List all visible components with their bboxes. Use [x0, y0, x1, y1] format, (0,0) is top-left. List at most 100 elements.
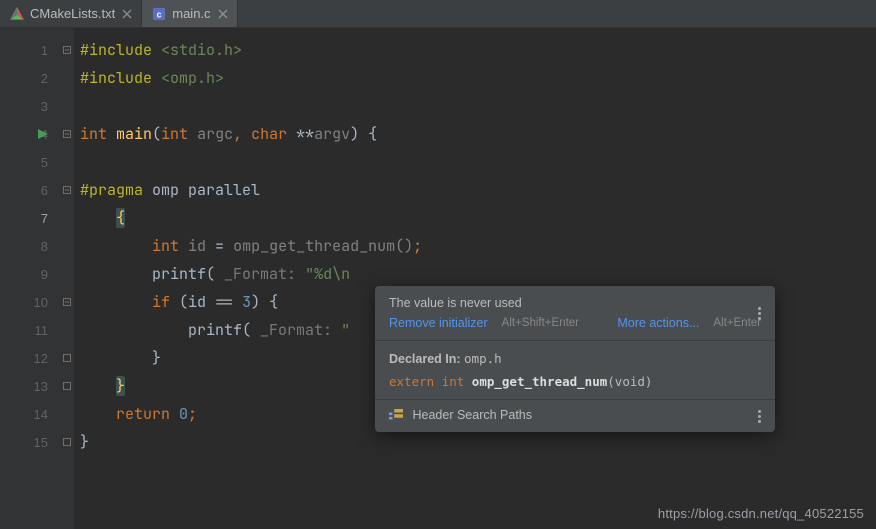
preprocessor: #include	[80, 40, 161, 60]
keyword: int	[80, 124, 116, 144]
keyword: int	[442, 374, 472, 389]
close-icon[interactable]	[121, 8, 133, 20]
punct: ;	[413, 236, 422, 256]
brace: }	[116, 376, 125, 396]
string: "%d\n	[305, 264, 350, 284]
fold-handle-icon[interactable]	[63, 382, 71, 390]
fold-handle-icon[interactable]	[63, 186, 71, 194]
punct: )	[251, 292, 260, 312]
preprocessor: #include	[80, 68, 161, 88]
pragma: #pragma	[80, 180, 152, 200]
line-number[interactable]: 3	[0, 92, 60, 120]
keyword: extern	[389, 374, 442, 389]
run-gutter-icon[interactable]	[38, 127, 48, 142]
keyword: char	[251, 124, 296, 144]
line-number[interactable]: 5	[0, 148, 60, 176]
code-editor: 1 2 3 4 5 6 7 8 9 10 11 12 13 14 15	[0, 28, 876, 529]
string: "	[341, 320, 350, 340]
function-name: main	[116, 124, 152, 144]
watermark: https://blog.csdn.net/qq_40522155	[658, 506, 864, 521]
symbol-signature: extern int omp_get_thread_num(void)	[389, 374, 761, 389]
keyword: if	[152, 292, 179, 312]
c-file-icon: c	[152, 7, 166, 21]
declared-in-file: omp.h	[464, 351, 502, 366]
line-number[interactable]: 11	[0, 316, 60, 344]
line-number[interactable]: 14	[0, 400, 60, 428]
brace: {	[359, 124, 377, 144]
line-number[interactable]: 13	[0, 372, 60, 400]
quickfix-remove-initializer[interactable]: Remove initializer	[389, 316, 488, 330]
punct: (	[152, 124, 161, 144]
editor-tabs: CMakeLists.txt c main.c	[0, 0, 876, 28]
line-number[interactable]: 6	[0, 176, 60, 204]
svg-text:c: c	[157, 9, 162, 19]
function-call: printf	[152, 264, 206, 284]
tab-label: CMakeLists.txt	[30, 6, 115, 21]
punct: (	[242, 320, 251, 340]
brace: {	[260, 292, 278, 312]
popup-menu-icon[interactable]	[751, 305, 767, 321]
brace: }	[80, 432, 89, 452]
number: 3	[242, 292, 251, 312]
brace: }	[152, 348, 161, 368]
function-call: printf	[188, 320, 242, 340]
inlay-hint: _Format:	[215, 264, 305, 284]
fold-column	[60, 28, 74, 529]
number: 0	[179, 404, 188, 424]
fold-handle-icon[interactable]	[63, 354, 71, 362]
punct: )	[350, 124, 359, 144]
punct: (	[206, 264, 215, 284]
tab-label: main.c	[172, 6, 210, 21]
fold-handle-icon[interactable]	[63, 438, 71, 446]
keyword: return	[116, 404, 179, 424]
params: (void)	[607, 374, 652, 389]
gutter: 1 2 3 4 5 6 7 8 9 10 11 12 13 14 15	[0, 28, 60, 529]
line-number[interactable]: 9	[0, 260, 60, 288]
op: =	[206, 236, 233, 256]
line-number[interactable]: 4	[0, 120, 60, 148]
keyword: int	[161, 124, 197, 144]
line-number[interactable]: 12	[0, 344, 60, 372]
line-number[interactable]: 10	[0, 288, 60, 316]
line-number[interactable]: 8	[0, 232, 60, 260]
op: ==	[206, 292, 242, 312]
line-number[interactable]: 2	[0, 64, 60, 92]
function-name: omp_get_thread_num	[472, 374, 607, 389]
tab-cmakelists[interactable]: CMakeLists.txt	[0, 0, 142, 27]
popup-hsp-section[interactable]: Header Search Paths	[375, 400, 775, 432]
function-call: omp_get_thread_num()	[233, 236, 413, 256]
punct: ,	[233, 124, 251, 144]
line-number[interactable]: 1	[0, 36, 60, 64]
fold-handle-icon[interactable]	[63, 46, 71, 54]
fold-handle-icon[interactable]	[63, 298, 71, 306]
identifier: id	[188, 292, 206, 312]
param: argc	[197, 124, 233, 144]
include-file: <omp.h>	[161, 68, 224, 88]
tab-main-c[interactable]: c main.c	[142, 0, 237, 27]
popup-message-section: The value is never used Remove initializ…	[375, 286, 775, 341]
brace: {	[116, 208, 125, 228]
include-file: <stdio.h>	[161, 40, 242, 60]
pragma-args: omp parallel	[152, 180, 260, 200]
param: argv	[314, 124, 350, 144]
popup-message: The value is never used	[389, 296, 761, 310]
declared-in-label: Declared In:	[389, 352, 464, 366]
identifier: id	[188, 236, 206, 256]
quickfix-more-actions[interactable]: More actions...	[617, 316, 699, 330]
keyword: int	[152, 236, 188, 256]
header-search-paths-label: Header Search Paths	[412, 408, 532, 422]
punct: **	[296, 124, 314, 144]
line-number[interactable]: 15	[0, 428, 60, 456]
code-area[interactable]: #include <stdio.h> #include <omp.h> int …	[74, 28, 876, 529]
folder-tree-icon	[389, 409, 403, 421]
punct: ;	[188, 404, 197, 424]
close-icon[interactable]	[217, 8, 229, 20]
line-number[interactable]: 7	[0, 204, 60, 232]
cmake-icon	[10, 7, 24, 21]
inspection-popup: The value is never used Remove initializ…	[375, 286, 775, 432]
popup-declaration-section: Declared In: omp.h extern int omp_get_th…	[375, 341, 775, 400]
popup-menu-icon[interactable]	[751, 408, 767, 424]
fold-handle-icon[interactable]	[63, 130, 71, 138]
shortcut-label: Alt+Shift+Enter	[502, 317, 579, 329]
inlay-hint: _Format:	[251, 320, 341, 340]
